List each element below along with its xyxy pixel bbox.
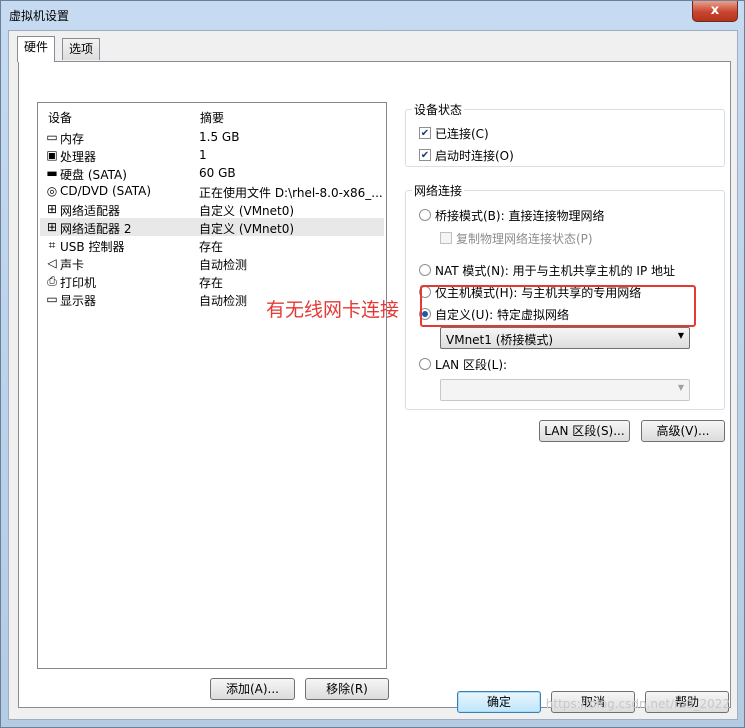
device-name: 打印机 — [60, 276, 97, 290]
network-connection-title: 网络连接 — [412, 182, 465, 199]
vm-settings-window: 虚拟机设置 x 硬件 选项 设备 摘要 ▭ 内存 1.5 GB ▣ 处理器 1 … — [0, 0, 745, 728]
annotation-highlight-box — [420, 285, 696, 327]
bridged-label[interactable]: 桥接模式(B): 直接连接物理网络 — [435, 207, 604, 224]
lan-segment-label[interactable]: LAN 区段(L): — [435, 356, 507, 373]
device-row-harddisk[interactable]: ▬ 硬盘 (SATA) 60 GB — [40, 164, 384, 182]
lan-segment-select[interactable]: ▼ — [440, 379, 690, 401]
hardware-tab-panel: 设备 摘要 ▭ 内存 1.5 GB ▣ 处理器 1 ▬ 硬盘 (SATA) 60… — [18, 61, 731, 708]
annotation-text: 有无线网卡连接 — [266, 299, 400, 321]
watermark-text: https://blog.csdn.net/m0_2022 — [545, 697, 730, 711]
lan-segments-button[interactable]: LAN 区段(S)... — [539, 420, 630, 442]
lan-segment-radio[interactable] — [419, 358, 431, 370]
device-name: 网络适配器 2 — [60, 222, 132, 236]
harddisk-icon: ▬ — [46, 166, 58, 180]
device-row-printer[interactable]: ⎙ 打印机 存在 — [40, 272, 384, 290]
nat-radio[interactable] — [419, 264, 431, 276]
device-row-network-adapter-2[interactable]: ⊞ 网络适配器 2 自定义 (VMnet0) — [40, 218, 384, 236]
column-header-device[interactable]: 设备 — [48, 109, 72, 126]
ok-button[interactable]: 确定 — [457, 691, 541, 713]
custom-network-select[interactable]: VMnet1 (桥接模式) ▼ — [440, 327, 690, 349]
cd-icon: ◎ — [46, 184, 58, 198]
nat-label[interactable]: NAT 模式(N): 用于与主机共享主机的 IP 地址 — [435, 262, 675, 279]
device-row-memory[interactable]: ▭ 内存 1.5 GB — [40, 128, 384, 146]
add-device-button[interactable]: 添加(A)... — [210, 678, 295, 700]
device-summary: 存在 — [199, 240, 224, 254]
chevron-down-icon: ▼ — [677, 383, 684, 392]
device-row-network-adapter[interactable]: ⊞ 网络适配器 自定义 (VMnet0) — [40, 200, 384, 218]
bridged-radio[interactable] — [419, 209, 431, 221]
cpu-icon: ▣ — [46, 148, 58, 162]
memory-icon: ▭ — [46, 130, 58, 144]
device-row-processor[interactable]: ▣ 处理器 1 — [40, 146, 384, 164]
device-summary: 正在使用文件 D:\rhel-8.0-x86_... — [199, 186, 383, 200]
device-name: CD/DVD (SATA) — [60, 184, 152, 198]
device-name: 内存 — [60, 132, 85, 146]
device-name: USB 控制器 — [60, 240, 125, 254]
printer-icon: ⎙ — [47, 274, 57, 288]
device-list-header: 设备 摘要 — [38, 103, 386, 125]
device-summary: 自动检测 — [199, 258, 248, 272]
replicate-state-checkbox[interactable] — [440, 232, 452, 244]
connect-at-power-on-checkbox[interactable]: ✔ — [419, 149, 431, 161]
device-row-cddvd[interactable]: ◎ CD/DVD (SATA) 正在使用文件 D:\rhel-8.0-x86_.… — [40, 182, 384, 200]
tab-options[interactable]: 选项 — [62, 38, 101, 60]
column-header-summary[interactable]: 摘要 — [200, 109, 224, 126]
device-row-sound-card[interactable]: ◁ 声卡 自动检测 — [40, 254, 384, 272]
window-title: 虚拟机设置 — [9, 9, 70, 23]
connect-at-power-on-label[interactable]: 启动时连接(O) — [435, 147, 514, 164]
device-summary: 1.5 GB — [199, 130, 240, 144]
device-name: 网络适配器 — [60, 204, 121, 218]
remove-device-button[interactable]: 移除(R) — [305, 678, 389, 700]
device-summary: 自定义 (VMnet0) — [199, 222, 295, 236]
device-status-title: 设备状态 — [412, 101, 465, 118]
advanced-button[interactable]: 高级(V)... — [641, 420, 725, 442]
device-name: 处理器 — [60, 150, 97, 164]
device-name: 声卡 — [60, 258, 85, 272]
device-list[interactable]: 设备 摘要 ▭ 内存 1.5 GB ▣ 处理器 1 ▬ 硬盘 (SATA) 60… — [37, 102, 387, 669]
title-bar: 虚拟机设置 x — [1, 1, 744, 29]
device-summary: 1 — [199, 148, 207, 162]
network-icon: ⊞ — [46, 220, 58, 234]
connected-label[interactable]: 已连接(C) — [435, 125, 489, 142]
monitor-icon: ▭ — [46, 292, 58, 306]
replicate-state-label[interactable]: 复制物理网络连接状态(P) — [456, 230, 593, 247]
speaker-icon: ◁ — [47, 256, 57, 270]
device-summary: 自定义 (VMnet0) — [199, 204, 295, 218]
device-status-group: 设备状态 ✔ 已连接(C) ✔ 启动时连接(O) — [405, 101, 725, 167]
device-row-usb-controller[interactable]: ⌗ USB 控制器 存在 — [40, 236, 384, 254]
device-summary: 存在 — [199, 276, 224, 290]
device-summary: 60 GB — [199, 166, 236, 180]
device-name: 硬盘 (SATA) — [60, 168, 127, 182]
close-button[interactable]: x — [692, 1, 738, 22]
dialog-client-area: 硬件 选项 设备 摘要 ▭ 内存 1.5 GB ▣ 处理器 1 ▬ 硬盘 (SA… — [8, 30, 738, 720]
usb-icon: ⌗ — [48, 238, 56, 252]
connected-checkbox[interactable]: ✔ — [419, 127, 431, 139]
custom-network-value: VMnet1 (桥接模式) — [446, 333, 554, 347]
device-name: 显示器 — [60, 294, 97, 308]
chevron-down-icon: ▼ — [677, 331, 684, 340]
network-icon: ⊞ — [46, 202, 58, 216]
tab-hardware[interactable]: 硬件 — [17, 36, 56, 62]
